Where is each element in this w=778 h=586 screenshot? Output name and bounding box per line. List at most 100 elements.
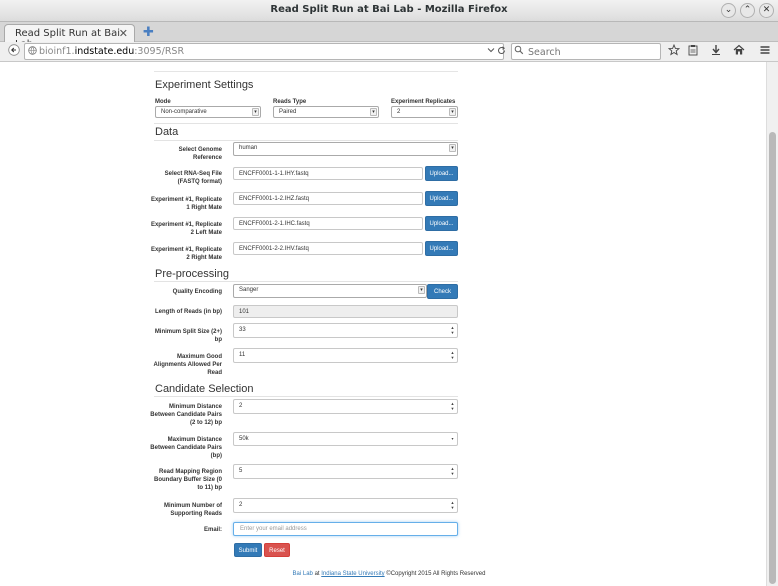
read-length-field: 101 <box>233 305 458 318</box>
minimize-button[interactable]: ⌄ <box>721 3 736 18</box>
url-path: :3095/RSR <box>134 46 185 57</box>
min-distance-input[interactable]: 2 ▲ ▼ <box>233 399 458 414</box>
footer-copyright: ©Copyright 2015 All Rights Reserved <box>384 571 486 577</box>
chevron-down-icon: ▾ <box>418 286 425 294</box>
section-divider <box>154 140 458 141</box>
replicates-select[interactable]: 2 ▾ <box>391 106 458 118</box>
new-tab-icon[interactable]: ✚ <box>143 25 154 40</box>
spinner-icon[interactable]: ▲ ▼ <box>449 500 456 510</box>
url-host: indstate.edu <box>74 46 135 57</box>
chevron-down-icon: ▾ <box>370 108 377 116</box>
max-distance-label: Maximum Distance Between Candidate Pairs… <box>150 437 222 459</box>
max-alignments-label: Maximum Good Alignments Allowed Per Read <box>153 354 222 376</box>
min-supporting-reads-value: 2 <box>239 502 243 508</box>
menu-icon[interactable] <box>759 44 771 59</box>
search-icon <box>514 45 524 58</box>
url-bar[interactable]: bioinf1.indstate.edu:3095/RSR <box>24 43 506 60</box>
email-field[interactable]: Enter your email address <box>233 522 458 536</box>
file-label: Select RNA-Seq File (FASTQ format) <box>164 171 222 185</box>
max-alignments-input[interactable]: 11 ▲ ▼ <box>233 348 458 363</box>
search-bar[interactable] <box>511 43 661 60</box>
spinner-icon[interactable]: ▲ ▼ <box>449 325 456 335</box>
file-path-input[interactable]: ENCFF0001-2-2.IHV.fastq <box>233 242 423 255</box>
genome-select-value: human <box>239 145 258 151</box>
buffer-size-value: 5 <box>239 468 243 474</box>
section-divider <box>154 396 458 397</box>
replicates-label: Experiment Replicates <box>391 99 456 105</box>
min-distance-label: Minimum Distance Between Candidate Pairs… <box>150 404 222 426</box>
star-icon[interactable] <box>667 43 681 59</box>
reads-type-select[interactable]: Paired ▾ <box>273 106 379 118</box>
quality-encoding-label: Quality Encoding <box>172 289 222 295</box>
upload-button[interactable]: Upload... <box>425 166 458 181</box>
min-supporting-reads-input[interactable]: 2 ▲ ▼ <box>233 498 458 513</box>
mode-select-value: Non-comparative <box>161 109 207 115</box>
spinner-icon[interactable]: ▲ ▼ <box>449 401 456 411</box>
tab-strip: Read Split Run at Bai Lab ✕ ✚ <box>0 22 778 50</box>
clipboard-icon[interactable] <box>687 44 699 59</box>
experiment-settings-heading: Experiment Settings <box>155 79 254 91</box>
quality-encoding-value: Sanger <box>239 287 259 293</box>
page-footer: Bai Lab at Indiana State University ©Cop… <box>0 571 778 577</box>
replicates-select-value: 2 <box>397 109 401 115</box>
page-scrollbar[interactable] <box>766 62 778 586</box>
url-subdomain: bioinf1. <box>39 46 75 57</box>
quality-encoding-select[interactable]: Sanger ▾ <box>233 284 427 298</box>
email-label: Email: <box>203 527 222 533</box>
chevron-down-icon: ▾ <box>449 144 456 152</box>
home-icon[interactable] <box>733 44 745 59</box>
section-divider <box>154 123 458 124</box>
section-divider <box>154 281 458 282</box>
upload-button[interactable]: Upload... <box>425 216 458 231</box>
file-label: Experiment #1, Replicate 2 Left Mate <box>150 222 222 236</box>
footer-lab-link[interactable]: Bai Lab <box>293 571 313 577</box>
check-button[interactable]: Check <box>427 284 458 299</box>
reload-icon[interactable] <box>497 46 506 58</box>
window-titlebar: Read Split Run at Bai Lab - Mozilla Fire… <box>0 0 778 22</box>
footer-university-link[interactable]: Indiana State University <box>321 571 384 577</box>
tab-close-icon[interactable]: ✕ <box>119 27 128 40</box>
search-input[interactable] <box>526 46 656 59</box>
upload-button[interactable]: Upload... <box>425 241 458 256</box>
upload-button[interactable]: Upload... <box>425 191 458 206</box>
dropdown-icon[interactable] <box>487 46 495 57</box>
scrollbar-thumb[interactable] <box>769 132 776 584</box>
min-supporting-reads-label: Minimum Number of Supporting Reads <box>164 503 222 517</box>
browser-tab[interactable]: Read Split Run at Bai Lab ✕ <box>4 24 135 50</box>
genome-select[interactable]: human ▾ <box>233 142 458 156</box>
buffer-size-label: Read Mapping Region Boundary Buffer Size… <box>153 469 222 491</box>
mode-label: Mode <box>155 99 171 105</box>
max-distance-select[interactable]: 50k ▾ <box>233 432 458 446</box>
chevron-down-icon: ▾ <box>449 108 456 116</box>
navigation-bar: bioinf1.indstate.edu:3095/RSR <box>0 42 778 62</box>
spinner-icon[interactable]: ▲ ▼ <box>449 350 456 360</box>
genome-label: Select Genome Reference <box>178 147 222 161</box>
buffer-size-input[interactable]: 5 ▲ ▼ <box>233 464 458 479</box>
chevron-down-icon: ▾ <box>451 436 454 441</box>
candidate-selection-heading: Candidate Selection <box>155 383 254 395</box>
read-length-label: Length of Reads (in bp) <box>155 309 222 315</box>
back-icon[interactable] <box>8 44 20 59</box>
min-split-size-input[interactable]: 33 ▲ ▼ <box>233 323 458 338</box>
close-window-button[interactable]: ✕ <box>759 3 774 18</box>
globe-icon <box>28 46 37 58</box>
file-path-input[interactable]: ENCFF0001-2-1.IHC.fastq <box>233 217 423 230</box>
file-path-input[interactable]: ENCFF0001-1-1.IHY.fastq <box>233 167 423 180</box>
min-split-size-label: Minimum Split Size (2+) bp <box>154 329 222 343</box>
file-label: Experiment #1, Replicate 2 Right Mate <box>150 247 222 261</box>
reads-type-select-value: Paired <box>279 109 297 115</box>
spinner-icon[interactable]: ▲ ▼ <box>449 466 456 476</box>
submit-button[interactable]: Submit <box>234 543 262 557</box>
download-icon[interactable] <box>710 44 722 59</box>
reads-type-label: Reads Type <box>273 99 307 105</box>
mode-select[interactable]: Non-comparative ▾ <box>155 106 261 118</box>
preprocessing-heading: Pre-processing <box>155 268 229 280</box>
min-split-size-value: 33 <box>239 327 246 333</box>
footer-at-text: at <box>312 571 322 577</box>
chevron-down-icon: ▾ <box>252 108 259 116</box>
maximize-button[interactable]: ⌃ <box>740 3 755 18</box>
file-path-input[interactable]: ENCFF0001-1-2.IHZ.fastq <box>233 192 423 205</box>
reset-button[interactable]: Reset <box>264 543 290 557</box>
window-title: Read Split Run at Bai Lab - Mozilla Fire… <box>270 4 508 15</box>
max-distance-value: 50k <box>239 436 249 442</box>
